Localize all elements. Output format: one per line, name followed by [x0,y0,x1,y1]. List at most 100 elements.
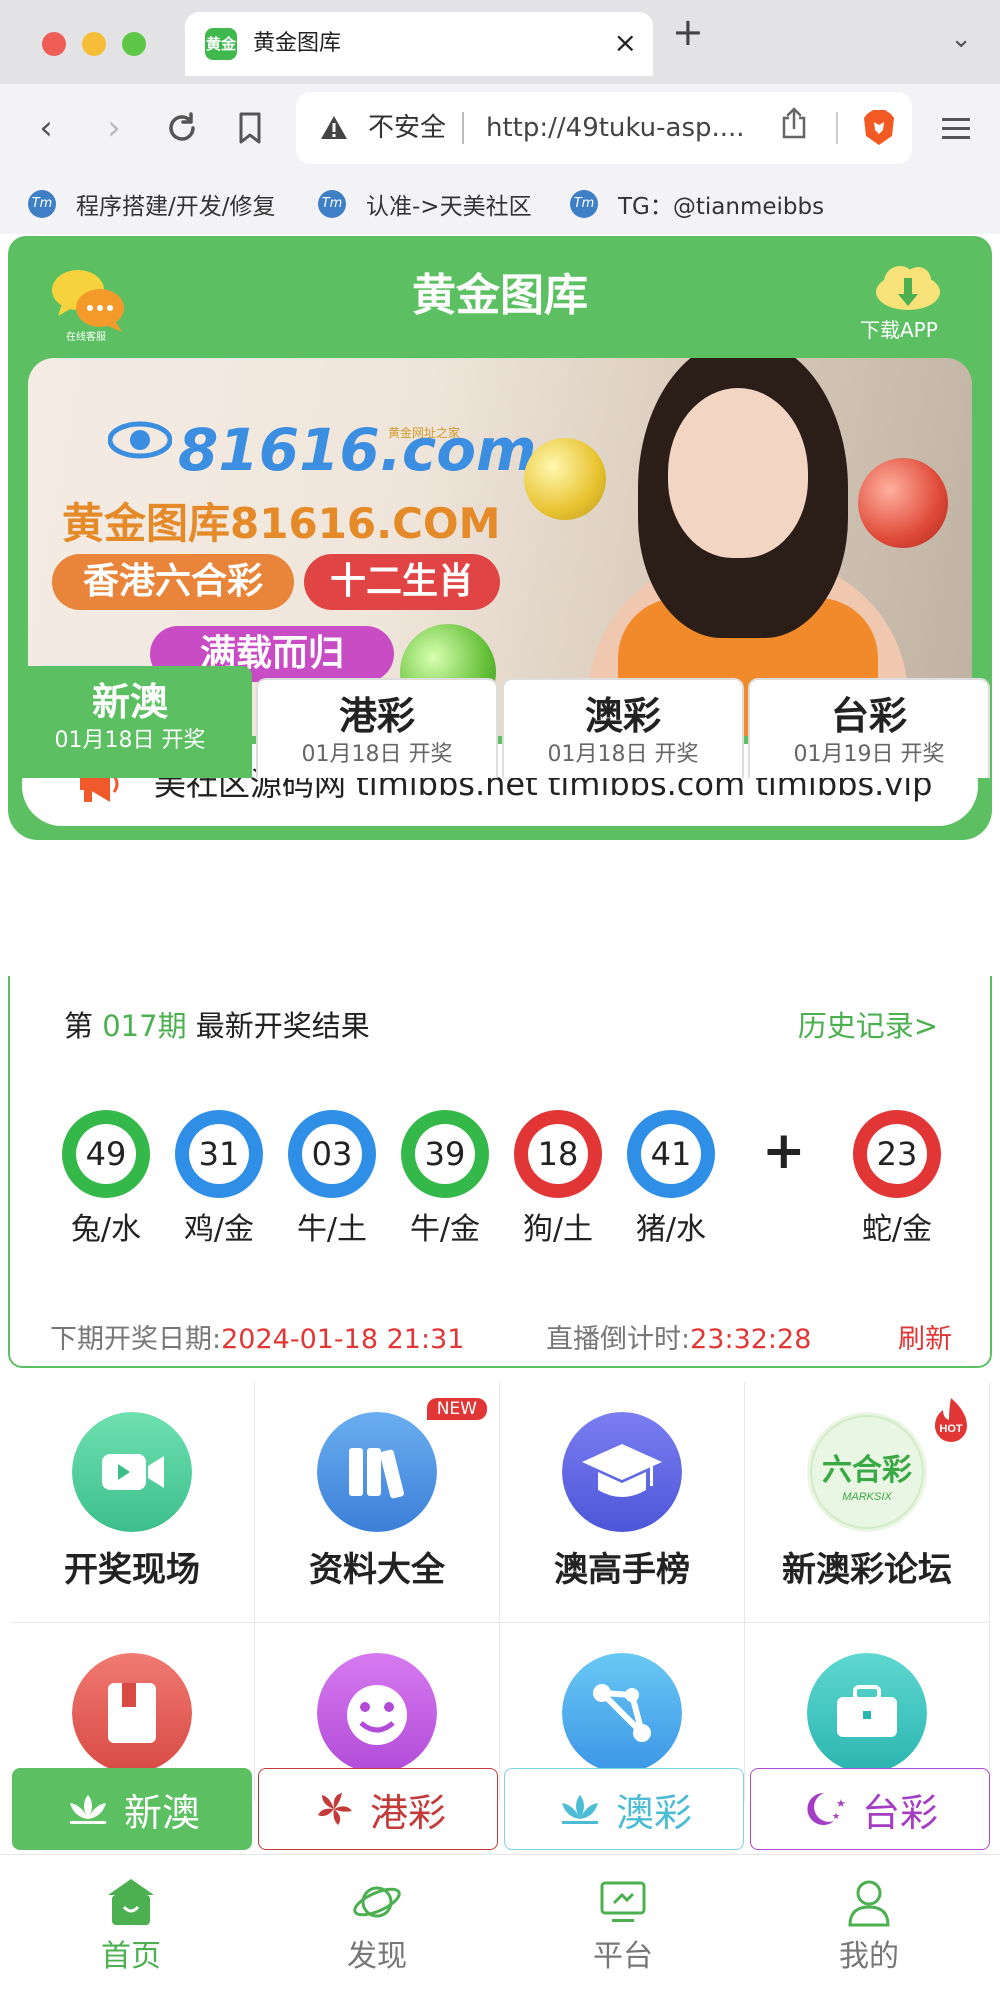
site-title: 黄金图库 [412,270,588,321]
address-bar[interactable]: 不安全 http://49tuku-asp.... [296,92,912,164]
nav-discover[interactable]: 发现 [252,1855,502,1996]
back-icon[interactable]: ‹ [24,106,68,150]
tm-logo-icon: Tm [570,190,598,218]
special-ball: 23 [853,1110,941,1198]
region-button-gangcai[interactable]: 港彩 [258,1768,498,1850]
tab-date: 01月19日 开奖 [793,742,945,767]
browser-tab[interactable]: 黄金 黄金图库 × [185,12,653,76]
brave-shield-icon[interactable] [862,108,896,146]
new-badge: NEW [426,1398,487,1420]
monitor-icon [600,1881,646,1922]
insecure-label: 不安全 [368,113,447,143]
tab-xinao[interactable]: 新澳 01月18日 开奖 [8,666,252,778]
eye-logo-icon [108,421,172,459]
tab-name: 澳彩 [584,694,661,738]
region-label: 港彩 [369,1790,446,1835]
url-divider [836,112,838,144]
grid-label: 资料大全 [309,1550,445,1590]
lotus-icon [561,1795,598,1824]
graduation-cap-icon [562,1412,682,1532]
tab-name: 台彩 [830,694,907,738]
chevron-down-icon[interactable]: ⌄ [950,24,972,54]
grid-item-lottery-live[interactable]: 开奖现场 [10,1382,254,1622]
model-figure [668,388,808,558]
marksix-icon: 六合彩 MARKSIX [807,1412,927,1532]
nav-label: 发现 [347,1939,407,1974]
region-button-xinao[interactable]: 新澳 [12,1768,252,1850]
bookmark-label: TG：@tianmeibbs [618,194,825,220]
share-icon[interactable] [780,106,808,148]
grid-item-materials[interactable]: NEW 资料大全 [255,1382,499,1622]
nav-label: 首页 [101,1939,161,1974]
maximize-window-button[interactable] [122,32,146,56]
menu-icon[interactable] [934,106,978,150]
warning-icon [321,116,347,139]
favicon-icon: 黄金 [205,28,237,60]
nav-home[interactable]: 首页 [6,1855,256,1996]
minimize-window-button[interactable] [82,32,106,56]
ball-zodiac: 蛇/金 [861,1212,933,1247]
draw-result-panel: 第 017期 最新开奖结果 历史记录> 49 兔/水 31 鸡/金 03 牛/土… [8,976,992,1368]
home-icon [108,1879,154,1925]
moon-stars-icon: ★★ [807,1792,846,1825]
nav-platform[interactable]: 平台 [498,1855,748,1996]
briefcase-icon [807,1653,927,1773]
new-tab-button[interactable]: + [672,10,704,54]
customer-service-label: 在线客服 [66,332,106,343]
user-icon [848,1880,890,1927]
planet-icon [353,1886,401,1918]
ball-zodiac: 狗/土 [522,1212,594,1247]
tab-name: 新澳 [91,680,168,724]
region-button-taicai[interactable]: ★ ★ 台彩 [750,1768,990,1850]
result-ball: 31 [175,1110,263,1198]
tab-name: 港彩 [338,694,415,738]
refresh-button[interactable]: 刷新 [898,1320,952,1360]
feature-grid: 开奖现场 NEW 资料大全 澳高手榜 HOT 六合彩 MARKSIX 新澳彩论坛 [10,1382,990,1863]
reload-icon[interactable] [160,106,204,150]
tab-aocai[interactable]: 澳彩 01月18日 开奖 [502,678,744,778]
lottery-ball-graphic [858,458,948,548]
browser-toolbar: ‹ › 不安全 http://49tuku-asp.... [0,84,1000,174]
banner-pill: 香港六合彩 [52,554,294,610]
bookmark-label: 程序搭建/开发/修复 [76,194,276,220]
download-cloud-icon[interactable] [872,258,944,318]
hot-badge: HOT [935,1398,967,1442]
tab-taicai[interactable]: 台彩 01月19日 开奖 [748,678,990,778]
bookmark-label: 认准->天美社区 [366,194,532,220]
region-button-aocai[interactable]: 澳彩 [504,1768,744,1850]
nav-label: 我的 [839,1939,899,1974]
nav-profile[interactable]: 我的 [744,1855,994,1996]
bookmark-item[interactable]: Tm TG：@tianmeibbs [570,186,824,222]
ball-zodiac: 牛/土 [296,1212,368,1247]
tab-close-icon[interactable]: × [614,26,637,60]
bottom-navigation: 首页 发现 平台 我的 [0,1854,1000,1996]
url-text[interactable]: http://49tuku-asp.... [486,110,745,146]
svg-text:★: ★ [836,1797,846,1810]
tab-date: 01月18日 开奖 [547,742,699,767]
live-countdown: 直播倒计时:23:32:28 [546,1324,812,1355]
svg-text:MARKSIX: MARKSIX [842,1491,892,1503]
banner-brand-sub: 黄金网址之家 [388,426,461,440]
history-link[interactable]: 历史记录> [798,1006,938,1046]
bookmark-item[interactable]: Tm 认准->天美社区 [318,186,532,222]
url-divider [462,112,464,144]
grid-item-experts[interactable]: 澳高手榜 [500,1382,744,1622]
browser-tab-bar: 黄金 黄金图库 × + ⌄ [0,0,1000,84]
tab-gangcai[interactable]: 港彩 01月18日 开奖 [256,678,498,778]
svg-text:HOT: HOT [939,1423,963,1435]
book-icon [72,1653,192,1773]
region-label: 澳彩 [615,1790,692,1835]
bookmark-item[interactable]: Tm 程序搭建/开发/修复 [28,186,276,222]
nav-label: 平台 [593,1939,653,1974]
svg-text:六合彩: 六合彩 [822,1453,912,1488]
bookmark-icon[interactable] [228,106,272,150]
result-ball: 39 [401,1110,489,1198]
banner-pill: 十二生肖 [304,554,500,610]
grid-item-forum[interactable]: HOT 六合彩 MARKSIX 新澳彩论坛 [745,1382,989,1622]
close-window-button[interactable] [42,32,66,56]
next-draw-date: 下期开奖日期:2024-01-18 21:31 [50,1324,465,1355]
region-label: 台彩 [861,1790,938,1835]
lotus-icon [69,1795,106,1824]
download-app-label[interactable]: 下载APP [860,314,938,343]
forward-icon[interactable]: › [92,106,136,150]
